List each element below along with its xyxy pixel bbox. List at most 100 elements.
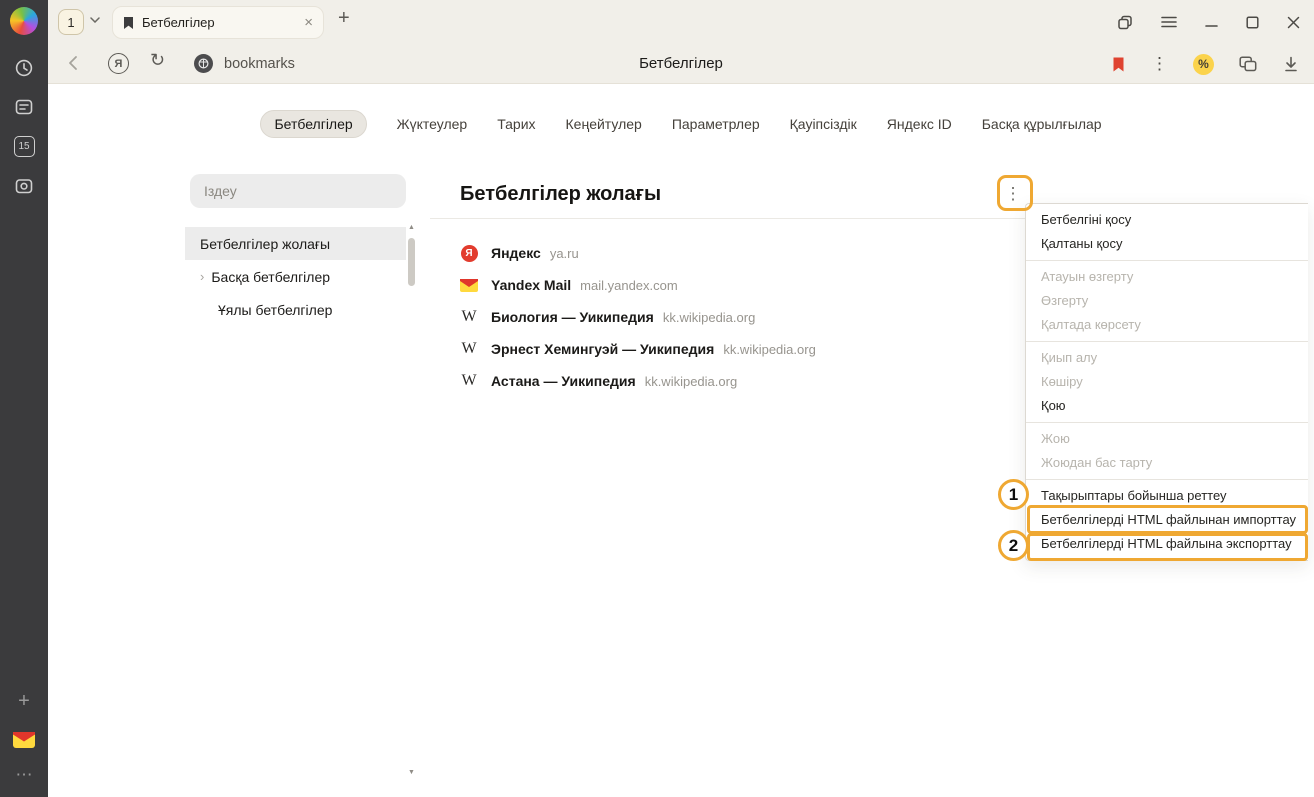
notes-feed-icon[interactable]	[0, 90, 48, 124]
download-icon[interactable]	[1282, 55, 1300, 73]
history-clock-icon[interactable]	[0, 51, 48, 85]
folders-list: Бетбелгілер жолағы › Басқа бетбелгілер Ұ…	[185, 227, 406, 326]
panel-header: Бетбелгілер жолағы ⋮	[430, 174, 1045, 219]
wikipedia-icon: W	[460, 372, 478, 390]
browser-tab[interactable]: Бетбелгілер ×	[112, 6, 324, 39]
menu-item-paste[interactable]: Қою	[1026, 394, 1308, 418]
wikipedia-icon: W	[460, 308, 478, 326]
rail-add-icon[interactable]: +	[0, 684, 48, 718]
scroll-down-icon[interactable]: ▼	[405, 769, 418, 776]
bookmark-row[interactable]: Yandex Mail mail.yandex.com	[430, 269, 1045, 301]
collections-icon[interactable]	[1239, 56, 1257, 72]
tab-history[interactable]: Тарих	[497, 110, 535, 138]
site-favicon[interactable]	[194, 54, 213, 73]
menu-item-rename: Атауын өзгерту	[1026, 265, 1308, 289]
menu-group: Тақырыптары бойынша реттеу Бетбелгілерді…	[1026, 479, 1308, 560]
folder-item-mobile-bookmarks[interactable]: Ұялы бетбелгілер	[185, 293, 406, 326]
menu-group: Қиып алу Көшіру Қою	[1026, 341, 1308, 422]
menu-item-import-html[interactable]: Бетбелгілерді HTML файлынан импорттау	[1026, 508, 1308, 532]
menu-item-undo-delete: Жоюдан бас тарту	[1026, 451, 1308, 475]
tab-other-devices[interactable]: Басқа құрылғылар	[982, 110, 1102, 138]
bookmark-flag-icon[interactable]	[1111, 56, 1126, 73]
close-button[interactable]	[1287, 16, 1300, 29]
minimize-button[interactable]	[1205, 16, 1218, 29]
bookmark-row[interactable]: Я Яндекс ya.ru	[430, 237, 1045, 269]
services-tile-icon[interactable]: 15	[0, 129, 48, 163]
bookmark-url: kk.wikipedia.org	[723, 342, 816, 357]
tab-bookmarks[interactable]: Бетбелгілер	[260, 110, 366, 138]
menu-item-copy: Көшіру	[1026, 370, 1308, 394]
menu-group: Атауын өзгерту Өзгерту Қалтада көрсету	[1026, 260, 1308, 341]
folder-item-bookmarks-bar[interactable]: Бетбелгілер жолағы	[185, 227, 406, 260]
yandex-mail-rail-icon[interactable]	[0, 723, 48, 757]
scrollbar-thumb[interactable]	[408, 238, 415, 286]
search-input[interactable]	[190, 174, 406, 208]
tab-title: Бетбелгілер	[142, 15, 304, 30]
yandex-search-button[interactable]: Я	[108, 53, 129, 74]
bookmark-row[interactable]: W Астана — Уикипедия kk.wikipedia.org	[430, 365, 1045, 397]
rail-more-icon[interactable]: ⋯	[0, 758, 48, 792]
bookmark-title: Yandex Mail	[491, 277, 571, 293]
address-bar-url[interactable]: bookmarks	[224, 44, 295, 84]
scroll-up-icon[interactable]: ▲	[405, 224, 418, 231]
menu-item-show-in-folder: Қалтада көрсету	[1026, 313, 1308, 337]
panel-kebab-button[interactable]: ⋮	[1001, 181, 1025, 207]
bookmark-url: mail.yandex.com	[580, 278, 678, 293]
bookmark-title: Астана — Уикипедия	[491, 373, 636, 389]
tab-close-icon[interactable]: ×	[304, 15, 313, 30]
folder-label: Бетбелгілер жолағы	[200, 236, 330, 252]
tab-settings[interactable]: Параметрлер	[672, 110, 760, 138]
toolbar-right-icons: ⋮ %	[1111, 44, 1300, 84]
context-menu: Бетбелгіні қосу Қалтаны қосу Атауын өзге…	[1025, 203, 1308, 561]
bookmark-title: Эрнест Хемингуэй — Уикипедия	[491, 341, 714, 357]
screenshot-icon[interactable]	[0, 169, 48, 203]
chevron-right-icon: ›	[200, 269, 204, 284]
refresh-button[interactable]: ↻	[150, 50, 165, 71]
tab-yandex-id[interactable]: Яндекс ID	[887, 110, 952, 138]
percent-offers-icon[interactable]: %	[1193, 54, 1214, 75]
bookmark-row[interactable]: W Эрнест Хемингуэй — Уикипедия kk.wikipe…	[430, 333, 1045, 365]
bookmark-row[interactable]: W Биология — Уикипедия kk.wikipedia.org	[430, 301, 1045, 333]
menu-item-cut: Қиып алу	[1026, 346, 1308, 370]
tab-counter-button[interactable]: 1	[58, 9, 84, 35]
chevron-down-icon[interactable]	[90, 17, 100, 23]
scrollbar[interactable]: ▲ ▼	[405, 224, 418, 776]
tab-extensions[interactable]: Кеңейтулер	[566, 110, 642, 138]
back-button[interactable]	[64, 53, 84, 73]
menu-item-delete: Жою	[1026, 427, 1308, 451]
menu-item-add-bookmark[interactable]: Бетбелгіні қосу	[1026, 208, 1308, 232]
plus-icon: +	[338, 7, 350, 29]
bookmark-url: kk.wikipedia.org	[663, 310, 756, 325]
plus-icon: +	[18, 690, 30, 713]
tab-downloads[interactable]: Жүктеулер	[397, 110, 468, 138]
folder-label: Ұялы бетбелгілер	[218, 302, 332, 318]
tab-bar: 1 Бетбелгілер × +	[48, 0, 1314, 44]
percent-glyph: %	[1198, 57, 1209, 71]
menu-group: Жою Жоюдан бас тарту	[1026, 422, 1308, 479]
browser-window: 15 + ⋯ 1 Бетбелгілер × +	[0, 0, 1314, 797]
yandex-browser-logo-icon[interactable]	[10, 7, 38, 35]
menu-hamburger-icon[interactable]	[1161, 16, 1177, 28]
menu-item-sort-by-title[interactable]: Тақырыптары бойынша реттеу	[1026, 484, 1308, 508]
menu-item-export-html[interactable]: Бетбелгілерді HTML файлына экспорттау	[1026, 532, 1308, 556]
menu-item-edit: Өзгерту	[1026, 289, 1308, 313]
folder-item-other-bookmarks[interactable]: › Басқа бетбелгілер	[185, 260, 406, 293]
yandex-letter-icon: Я	[115, 58, 123, 70]
tile-label: 15	[14, 136, 35, 157]
maximize-button[interactable]	[1246, 16, 1259, 29]
window-controls	[1117, 0, 1300, 44]
tab-count: 1	[67, 15, 74, 30]
tab-security[interactable]: Қауіпсіздік	[790, 110, 857, 138]
menu-group: Бетбелгіні қосу Қалтаны қосу	[1026, 204, 1308, 260]
settings-nav-tabs: Бетбелгілер Жүктеулер Тарих Кеңейтулер П…	[48, 110, 1314, 138]
panel-title: Бетбелгілер жолағы	[430, 174, 1045, 214]
toolbar-kebab-icon[interactable]: ⋮	[1151, 54, 1168, 74]
sidebar-rail: 15 + ⋯	[0, 0, 48, 797]
bookmark-title: Биология — Уикипедия	[491, 309, 654, 325]
new-tab-button[interactable]: +	[338, 7, 350, 30]
folder-label: Басқа бетбелгілер	[211, 269, 330, 285]
panels-icon[interactable]	[1117, 14, 1133, 30]
kebab-icon: ⋮	[1005, 184, 1022, 204]
bookmark-url: kk.wikipedia.org	[645, 374, 738, 389]
menu-item-add-folder[interactable]: Қалтаны қосу	[1026, 232, 1308, 256]
